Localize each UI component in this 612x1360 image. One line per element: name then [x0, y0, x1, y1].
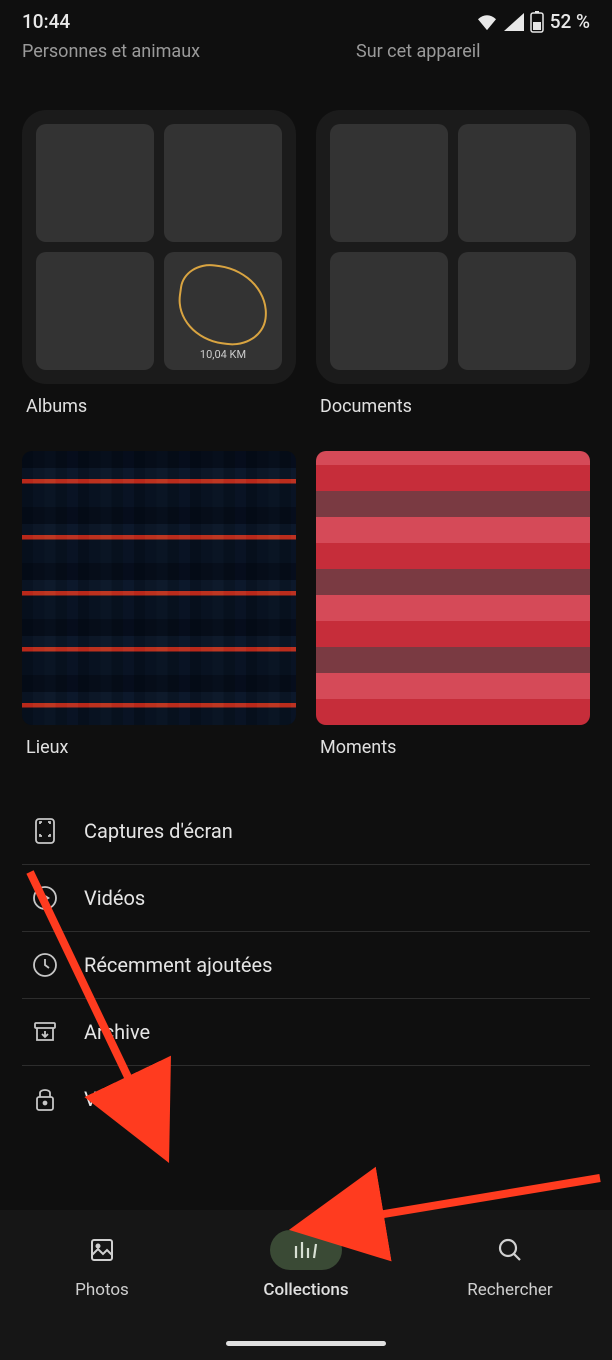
row-label: Verrouillé [84, 1087, 168, 1111]
document-thumb [330, 252, 448, 370]
categories-list: Captures d'écran Vidéos Récemment ajouté… [0, 798, 612, 1132]
albums-label: Albums [22, 394, 296, 417]
places-label: Lieux [22, 735, 296, 758]
album-thumb [36, 124, 154, 242]
status-right: 52 % [476, 10, 590, 33]
archive-icon [32, 1019, 58, 1045]
nav-label: Photos [75, 1280, 129, 1300]
signal-icon [504, 13, 524, 31]
lock-icon [32, 1086, 58, 1112]
documents-card[interactable]: Documents [316, 110, 590, 417]
clock: 10:44 [22, 10, 70, 33]
header-titles: Personnes et animaux Sur cet appareil [0, 37, 612, 74]
document-thumb [458, 124, 576, 242]
album-thumb [164, 124, 282, 242]
nav-label: Collections [263, 1280, 348, 1300]
moments-label: Moments [316, 735, 590, 758]
row-label: Récemment ajoutées [84, 953, 272, 977]
screenshot-icon [32, 818, 58, 844]
search-icon [497, 1237, 523, 1263]
clock-icon [32, 952, 58, 978]
header-people-pets[interactable]: Personnes et animaux [22, 41, 256, 62]
moments-card[interactable]: Moments [316, 451, 590, 758]
album-thumb: 10,04 KM [164, 252, 282, 370]
battery-percent: 52 % [550, 10, 590, 33]
albums-card[interactable]: 10,04 KM Albums [22, 110, 296, 417]
battery-icon [530, 11, 544, 33]
places-thumb [22, 451, 296, 725]
row-archive[interactable]: Archive [22, 999, 590, 1066]
document-thumb [330, 124, 448, 242]
row-label: Captures d'écran [84, 819, 233, 843]
nav-photos[interactable]: Photos [1, 1230, 203, 1300]
nav-label: Rechercher [467, 1280, 552, 1300]
photos-icon [89, 1237, 115, 1263]
bottom-nav: Photos Collections Rechercher [0, 1210, 612, 1360]
places-card[interactable]: Lieux [22, 451, 296, 758]
collections-icon [292, 1238, 320, 1262]
documents-label: Documents [316, 394, 590, 417]
header-on-device[interactable]: Sur cet appareil [356, 41, 590, 62]
document-thumb [458, 252, 576, 370]
nav-collections[interactable]: Collections [205, 1230, 407, 1300]
moments-thumb [316, 451, 590, 725]
album-thumb [36, 252, 154, 370]
status-bar: 10:44 52 % [0, 0, 612, 37]
play-icon [32, 885, 58, 911]
home-indicator[interactable] [226, 1341, 386, 1346]
wifi-icon [476, 13, 498, 31]
row-screenshots[interactable]: Captures d'écran [22, 798, 590, 865]
nav-search[interactable]: Rechercher [409, 1230, 611, 1300]
row-label: Archive [84, 1020, 150, 1044]
row-recent[interactable]: Récemment ajoutées [22, 932, 590, 999]
row-label: Vidéos [84, 886, 145, 910]
row-locked[interactable]: Verrouillé [22, 1066, 590, 1132]
run-distance: 10,04 KM [164, 348, 282, 361]
row-videos[interactable]: Vidéos [22, 865, 590, 932]
